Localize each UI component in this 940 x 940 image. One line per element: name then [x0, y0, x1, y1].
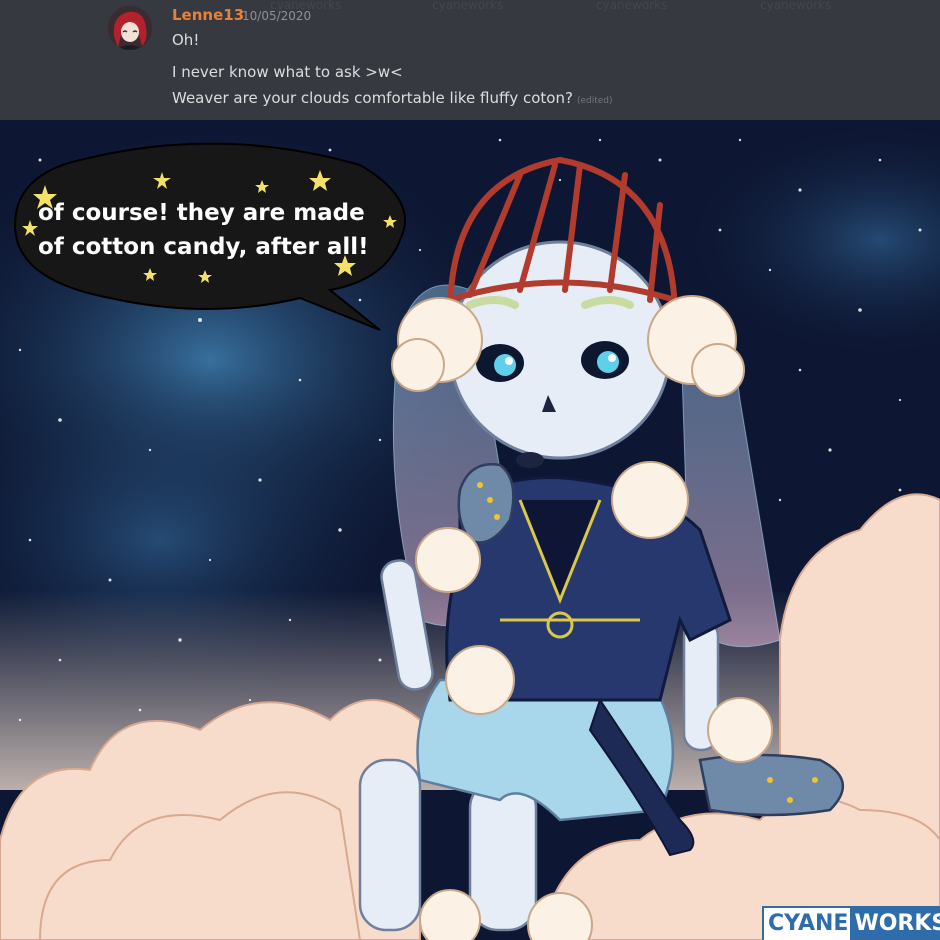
speech-line-2: of cotton candy, after all! [38, 234, 369, 260]
username[interactable]: Lenne13 [172, 6, 244, 24]
watermark-text: cyaneworks [760, 0, 832, 12]
message-timestamp: 10/05/2020 [242, 9, 312, 23]
logo-part-2: WORKS [850, 908, 940, 940]
message-line-3-text: Weaver are your clouds comfortable like … [172, 89, 573, 107]
message-line-3: Weaver are your clouds comfortable like … [172, 89, 613, 107]
message-line-1: Oh! [172, 31, 200, 49]
speech-bubble: of course! they are made of cotton candy… [38, 196, 400, 264]
speech-line-1: of course! they are made [38, 200, 365, 226]
avatar-image [108, 6, 152, 50]
watermark-text: cyaneworks [432, 0, 504, 12]
logo-part-1: CYANE [768, 911, 849, 936]
chat-message: cyaneworks cyaneworks cyaneworks cyanewo… [0, 0, 940, 120]
edited-label: (edited) [576, 96, 613, 106]
watermark-text: cyaneworks [596, 0, 668, 12]
avatar[interactable] [108, 6, 152, 50]
cyaneworks-logo: CYANE WORKS [762, 906, 940, 940]
message-line-2: I never know what to ask >w< [172, 63, 403, 81]
page: cyaneworks cyaneworks cyaneworks cyanewo… [0, 0, 940, 940]
